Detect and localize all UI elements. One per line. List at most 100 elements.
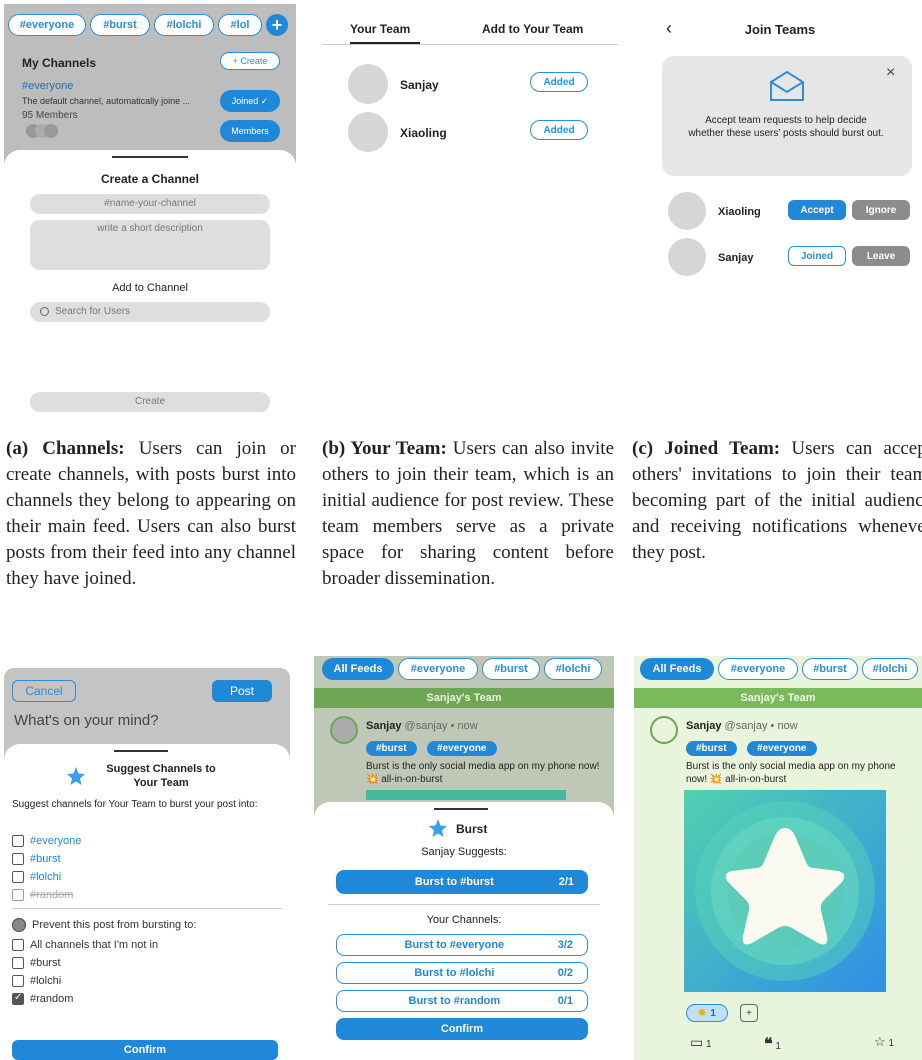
suggest-option[interactable]: #burst [12, 850, 81, 868]
suggest-option[interactable]: #lolchi [12, 868, 81, 886]
create-button[interactable]: Create [30, 392, 270, 412]
team-name: Sanjay [718, 252, 754, 264]
added-button[interactable]: Added [530, 72, 588, 92]
channel-description: The default channel, automatically joine… [22, 96, 191, 106]
reaction-chip[interactable]: ✸ 1 [686, 1004, 728, 1022]
create-channel-sheet: Create a Channel #name-your-channel writ… [4, 150, 296, 418]
tab-divider [322, 44, 618, 45]
search-icon [40, 306, 49, 316]
suggest-option[interactable]: #everyone [12, 832, 81, 850]
avatar [330, 716, 358, 744]
divider [12, 908, 282, 909]
sheet-handle [112, 156, 188, 158]
confirm-button[interactable]: Confirm [336, 1018, 588, 1040]
sheet-title: Create a Channel [100, 172, 200, 186]
cancel-button[interactable]: Cancel [12, 680, 76, 702]
sheet-handle [434, 808, 488, 810]
confirm-button[interactable]: Confirm [12, 1040, 278, 1060]
avatar [668, 192, 706, 230]
sheet-title: Suggest Channels to Your Team [106, 763, 216, 789]
caption-b-label: (b) Your Team: [322, 438, 447, 459]
sheet-handle [114, 750, 168, 752]
member-name: Xiaoling [400, 126, 447, 140]
channel-name-input[interactable]: #name-your-channel [30, 194, 270, 214]
ignore-button[interactable]: Ignore [852, 200, 910, 220]
leave-button[interactable]: Leave [852, 246, 910, 266]
add-icon[interactable]: + [266, 14, 288, 36]
checkbox-checked[interactable] [12, 992, 24, 1005]
post-handle: @sanjay • now [404, 720, 478, 732]
tab-everyone[interactable]: #everyone [398, 658, 478, 680]
tab-lolchi[interactable]: #lolchi [862, 658, 918, 680]
suggest-option-disabled: #random [12, 886, 81, 904]
member-name: Sanjay [400, 78, 439, 92]
post-button[interactable]: Post [212, 680, 272, 702]
post-tag[interactable]: #everyone [747, 741, 817, 756]
search-users-input[interactable]: Search for Users [30, 302, 270, 322]
post-input[interactable]: What's on your mind? [14, 712, 159, 729]
star-action[interactable]: ☆ 1 [874, 1034, 894, 1050]
added-button[interactable]: Added [530, 120, 588, 140]
envelope-icon [770, 70, 804, 101]
checkbox[interactable] [12, 871, 24, 883]
checkbox[interactable] [12, 957, 24, 969]
avatar [348, 64, 388, 104]
tab-add-to-your-team[interactable]: Add to Your Team [482, 22, 583, 36]
suggested-burst-button[interactable]: Burst to #burst 2/1 [336, 870, 588, 894]
tab-burst[interactable]: #burst [90, 14, 150, 36]
accept-button[interactable]: Accept [788, 200, 846, 220]
channel-description-input[interactable]: write a short description [30, 220, 270, 270]
tab-everyone[interactable]: #everyone [8, 14, 86, 36]
team-banner: Sanjay's Team [634, 688, 922, 708]
panel-a-channels: #everyone #burst #lolchi #lol + My Chann… [4, 4, 296, 418]
tab-lolchi[interactable]: #lolchi [544, 658, 602, 680]
comment-icon: ▭ [690, 1034, 704, 1050]
tab-all-feeds[interactable]: All Feeds [322, 658, 394, 680]
close-icon[interactable]: × [886, 64, 895, 82]
panel-f-feed: All Feeds #everyone #burst #lolchi Sanja… [634, 656, 922, 1060]
add-reaction-icon[interactable]: + [740, 1004, 758, 1022]
tab-all-feeds[interactable]: All Feeds [640, 658, 714, 680]
suggest-prompt: Suggest channels for Your Team to burst … [12, 799, 258, 810]
post-tag[interactable]: #everyone [427, 741, 497, 756]
tab-lol[interactable]: #lol [218, 14, 262, 36]
tab-burst[interactable]: #burst [802, 658, 858, 680]
checkbox[interactable] [12, 835, 24, 847]
post-tag[interactable]: #burst [686, 741, 737, 756]
post-body: Burst is the only social media app on my… [686, 761, 896, 785]
post-image-star [684, 790, 886, 992]
caption-c: (c) Joined Team: Users can accept others… [632, 436, 922, 566]
star-outline-icon: ☆ [874, 1034, 886, 1049]
checkbox[interactable] [12, 975, 24, 987]
prevent-option[interactable]: #lolchi [12, 972, 158, 990]
joined-button[interactable]: Joined ✓ [220, 90, 280, 112]
panel-b-your-team: Your Team Add to Your Team Sanjay Added … [322, 4, 618, 204]
avatar [668, 238, 706, 276]
channel-name[interactable]: #everyone [22, 80, 73, 92]
channel-member-count: 95 Members [22, 110, 78, 121]
comment-action[interactable]: ▭ 1 [690, 1034, 712, 1051]
burst-channel-button[interactable]: Burst to #random 0/1 [336, 990, 588, 1012]
post-tag[interactable]: #burst [366, 741, 417, 756]
burst-channel-button[interactable]: Burst to #everyone 3/2 [336, 934, 588, 956]
caption-b-text: Users can also invite others to join the… [322, 438, 615, 589]
checkbox[interactable] [12, 939, 24, 951]
joined-button[interactable]: Joined [788, 246, 846, 266]
tab-your-team[interactable]: Your Team [350, 22, 410, 36]
prevent-option[interactable]: #burst [12, 954, 158, 972]
tab-everyone[interactable]: #everyone [718, 658, 798, 680]
member-avatars [26, 124, 60, 140]
caption-a-text: Users can join or create channels, with … [6, 438, 296, 589]
members-button[interactable]: Members [220, 120, 280, 142]
burst-channel-button[interactable]: Burst to #lolchi 0/2 [336, 962, 588, 984]
caption-a: (a) Channels: Users can join or create c… [6, 436, 296, 592]
tab-lolchi[interactable]: #lolchi [154, 14, 214, 36]
figure: #everyone #burst #lolchi #lol + My Chann… [0, 0, 922, 1060]
quote-action[interactable]: ❝ 1 [764, 1034, 781, 1054]
create-channel-button[interactable]: + Create [220, 52, 280, 70]
checkbox[interactable] [12, 853, 24, 865]
prevent-heading: Prevent this post from bursting to: [12, 916, 196, 934]
prevent-option[interactable]: All channels that I'm not in [12, 936, 158, 954]
tab-burst[interactable]: #burst [482, 658, 540, 680]
prevent-option[interactable]: #random [12, 990, 158, 1008]
